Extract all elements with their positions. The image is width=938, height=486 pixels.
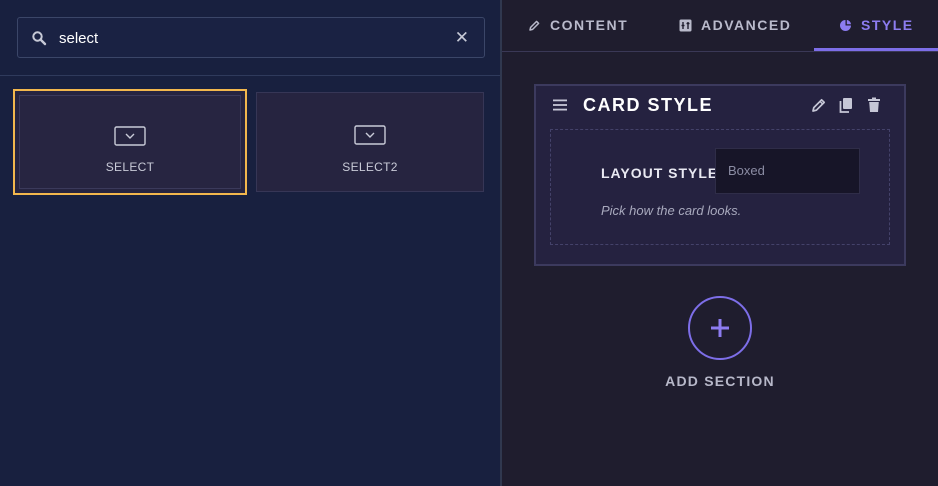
close-icon[interactable]: ✕	[455, 28, 469, 48]
dropdown-icon	[114, 126, 146, 146]
layout-style-input[interactable]: Boxed	[715, 148, 860, 194]
pencil-icon	[529, 20, 540, 31]
edit-icon[interactable]	[810, 96, 828, 114]
tab-bar: CONTENT ADVANCED STYLE	[502, 0, 938, 52]
card-header: CARD STYLE	[536, 86, 904, 126]
widget-label: SELECT	[105, 160, 155, 174]
copy-icon[interactable]	[837, 96, 855, 114]
card-body: LAYOUT STYLE Boxed Pick how the card loo…	[550, 129, 890, 245]
card-title: CARD STYLE	[583, 95, 714, 115]
widget-select[interactable]: SELECT	[13, 89, 247, 195]
layout-style-label: LAYOUT STYLE	[601, 165, 719, 181]
trash-icon[interactable]	[865, 96, 883, 114]
tab-label: ADVANCED	[701, 17, 792, 33]
widget-label: SELECT2	[342, 160, 398, 174]
add-section-label: ADD SECTION	[665, 373, 775, 389]
drag-handle-icon[interactable]	[552, 99, 568, 111]
dropdown-icon	[354, 125, 386, 145]
tab-content[interactable]: CONTENT	[528, 17, 628, 33]
settings-panel: CONTENT ADVANCED STYLE CARD STYLE LAYOUT…	[502, 0, 938, 486]
widget-select2[interactable]: SELECT2	[256, 92, 484, 192]
tab-advanced[interactable]: ADVANCED	[679, 17, 791, 33]
widget-panel: select ✕ SELECT SELECT2	[0, 0, 500, 486]
search-value[interactable]: select	[59, 30, 98, 47]
card-style-section: CARD STYLE LAYOUT STYLE Boxed Pick how t…	[534, 84, 906, 266]
tab-label: STYLE	[861, 17, 914, 33]
search-icon	[32, 31, 47, 46]
search-bar: select ✕	[0, 0, 500, 76]
tab-style[interactable]: STYLE	[839, 17, 914, 33]
grid-icon	[679, 19, 692, 31]
layout-style-help: Pick how the card looks.	[601, 203, 742, 218]
tab-label: CONTENT	[550, 17, 629, 33]
palette-icon	[840, 19, 852, 31]
search-input[interactable]: select ✕	[17, 17, 485, 58]
widget-select-inner: SELECT	[19, 95, 241, 189]
active-tab-indicator	[814, 48, 938, 51]
add-section-button[interactable]	[688, 296, 752, 360]
plus-icon	[711, 319, 729, 337]
